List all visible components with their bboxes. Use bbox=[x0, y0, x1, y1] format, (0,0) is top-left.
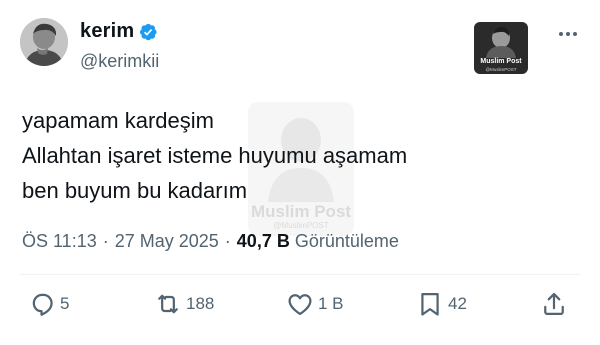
tweet-date[interactable]: 27 May 2025 bbox=[115, 231, 219, 252]
avatar[interactable] bbox=[20, 18, 68, 66]
watermark-title: Muslim Post bbox=[480, 58, 522, 65]
watermark-logo: Muslim Post @MuslimPOST bbox=[474, 22, 528, 74]
tweet-card: kerim @kerimkii Muslim Post @MuslimPOST … bbox=[0, 0, 600, 345]
repost-button[interactable]: 188 bbox=[154, 290, 214, 318]
repost-count: 188 bbox=[186, 294, 215, 313]
share-icon bbox=[544, 292, 564, 316]
views-label[interactable]: Görüntüleme bbox=[295, 231, 399, 252]
tweet-time[interactable]: ÖS 11:13 bbox=[22, 231, 97, 252]
reply-button[interactable]: 5 bbox=[28, 290, 69, 318]
tweet-meta: ÖS 11:13 · 27 May 2025 · 40,7 B Görüntül… bbox=[22, 231, 399, 252]
repost-icon bbox=[158, 294, 178, 314]
action-bar: 5 188 1 B 42 bbox=[0, 290, 600, 326]
share-button[interactable] bbox=[540, 290, 568, 318]
tweet-text-line: Allahtan işaret isteme huyumu aşamam bbox=[22, 143, 408, 168]
meta-separator: · bbox=[102, 231, 109, 251]
author-name-row[interactable]: kerim bbox=[80, 20, 158, 43]
watermark-center-subtitle: @MuslimPOST bbox=[273, 221, 329, 230]
verified-badge-icon bbox=[140, 23, 157, 40]
like-count: 1 B bbox=[318, 294, 344, 313]
bookmark-icon bbox=[421, 292, 439, 316]
watermark-subtitle: @MuslimPOST bbox=[485, 67, 517, 72]
tweet-text-line: ben buyum bu kadarım bbox=[22, 178, 248, 203]
reply-icon bbox=[32, 293, 53, 316]
like-icon bbox=[288, 294, 312, 316]
bookmark-button[interactable]: 42 bbox=[416, 290, 467, 318]
tweet-text: yapamam kardeşim Allahtan işaret isteme … bbox=[22, 103, 407, 208]
bookmark-count: 42 bbox=[448, 294, 467, 313]
meta-separator: · bbox=[224, 231, 231, 251]
author-display-name[interactable]: kerim bbox=[80, 20, 134, 43]
reply-count: 5 bbox=[60, 294, 70, 313]
views-count[interactable]: 40,7 B bbox=[237, 231, 290, 252]
like-button[interactable]: 1 B bbox=[286, 290, 344, 318]
divider bbox=[20, 274, 580, 275]
tweet-text-line: yapamam kardeşim bbox=[22, 108, 214, 133]
author-handle[interactable]: @kerimkii bbox=[80, 51, 159, 72]
more-options-icon[interactable] bbox=[556, 22, 580, 46]
